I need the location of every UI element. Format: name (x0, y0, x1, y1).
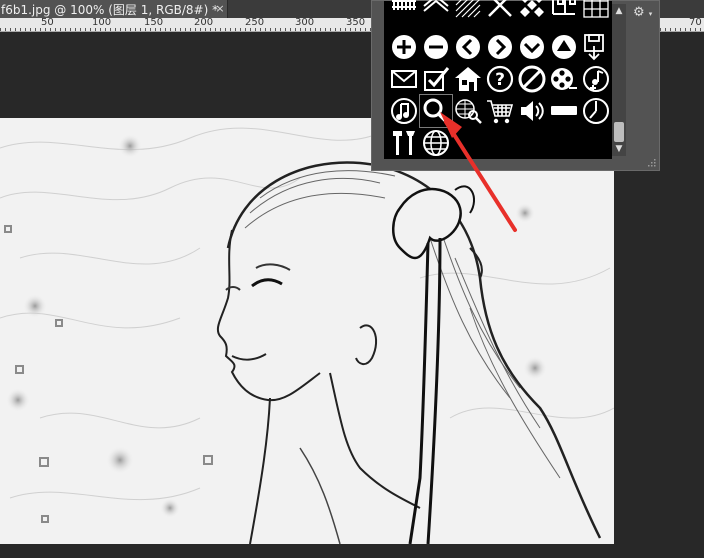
minus-bar-icon (551, 106, 577, 115)
shape-plus-circle[interactable] (388, 31, 420, 63)
shape-web-search[interactable] (452, 95, 484, 127)
shape-globe[interactable] (420, 127, 452, 159)
shape-no-entry-circle[interactable] (516, 63, 548, 95)
shape-diagonal-hatch[interactable] (452, 0, 484, 21)
ruler-label: 300 (295, 17, 315, 28)
scroll-thumb[interactable] (614, 122, 624, 142)
shape-music-note-circle[interactable] (388, 95, 420, 127)
shape-greek-key[interactable] (548, 0, 580, 21)
shape-tools[interactable] (388, 127, 420, 159)
diagonal-hatch-icon (455, 0, 481, 18)
shape-grid: ? (384, 0, 612, 159)
film-reel-icon (551, 68, 577, 90)
shape-shopping-cart[interactable] (484, 95, 516, 127)
envelope-icon (391, 70, 417, 88)
ruler-label: 250 (245, 17, 265, 28)
shape-grid[interactable] (580, 0, 612, 21)
ruler-label: 150 (144, 17, 164, 28)
sketch-image (0, 127, 614, 544)
close-tab-icon[interactable]: × (213, 0, 227, 18)
music-note-circle-icon (391, 98, 417, 124)
save-disk-icon (584, 34, 604, 61)
shape-roof-stripes[interactable] (420, 0, 452, 21)
shape-envelope[interactable] (388, 63, 420, 95)
clock-icon (583, 98, 609, 124)
picker-scrollbar[interactable]: ▲ ▼ (612, 4, 626, 156)
shape-minus-bar[interactable] (548, 95, 580, 127)
shape-minus-circle[interactable] (420, 31, 452, 63)
tools-icon (393, 131, 415, 155)
checkbox-icon (424, 67, 450, 91)
shape-cross-x[interactable] (484, 0, 516, 21)
checker-diamonds-icon (520, 0, 544, 17)
web-search-icon (455, 99, 482, 124)
shape-speaker[interactable] (516, 95, 548, 127)
shape-question-circle[interactable]: ? (484, 63, 516, 95)
svg-text:?: ? (495, 70, 505, 90)
shape-down-arrow-circle[interactable] (516, 31, 548, 63)
shape-left-arrow-circle[interactable] (452, 31, 484, 63)
document-canvas[interactable] (0, 118, 614, 544)
ruler-label: 70 (689, 17, 702, 28)
ruler-label: 50 (41, 17, 54, 28)
shape-checker-diamonds[interactable] (516, 0, 548, 21)
document-tab-title: f6b1.jpg @ 100% (图层 1, RGB/8#) * (1, 3, 219, 17)
scroll-down-icon[interactable]: ▼ (612, 142, 626, 156)
shopping-cart-icon (487, 100, 514, 124)
shape-music-plus[interactable] (580, 63, 612, 95)
left-arrow-circle-icon (456, 35, 480, 59)
shape-fence[interactable] (388, 0, 420, 21)
chevron-down-icon: ▾ (648, 10, 653, 18)
globe-icon (423, 130, 449, 156)
search-magnifier-icon (423, 98, 450, 125)
shape-up-arrow-circle[interactable] (548, 31, 580, 63)
ruler-label: 100 (92, 17, 112, 28)
right-arrow-circle-icon (488, 35, 512, 59)
greek-key-icon (552, 0, 576, 15)
fence-icon (392, 0, 416, 10)
shape-save-disk[interactable] (580, 31, 612, 63)
scroll-up-icon[interactable]: ▲ (612, 4, 626, 18)
shape-home[interactable] (452, 63, 484, 95)
home-icon (455, 67, 481, 91)
shape-checkbox[interactable] (420, 63, 452, 95)
resize-grip-icon[interactable] (646, 157, 656, 167)
ruler-label: 200 (194, 17, 214, 28)
roof-stripes-icon (423, 0, 449, 12)
custom-shape-picker: ? ▲ ▼ ⚙ ▾ (371, 0, 660, 171)
gear-icon: ⚙ (633, 5, 645, 20)
ruler-label: 350 (346, 17, 366, 28)
shape-film-reel[interactable] (548, 63, 580, 95)
speaker-icon (521, 101, 544, 121)
grid-icon (583, 0, 609, 18)
down-arrow-circle-icon (520, 35, 544, 59)
plus-circle-icon (392, 35, 416, 59)
music-plus-icon (583, 66, 609, 92)
up-arrow-circle-icon (552, 35, 576, 59)
question-circle-icon: ? (486, 65, 514, 93)
cross-x-icon (488, 0, 512, 17)
no-entry-circle-icon (518, 65, 546, 93)
shape-search-magnifier[interactable] (419, 94, 453, 128)
minus-circle-icon (424, 35, 448, 59)
shape-clock[interactable] (580, 95, 612, 127)
shape-right-arrow-circle[interactable] (484, 31, 516, 63)
picker-settings-gear-icon[interactable]: ⚙ ▾ (633, 5, 655, 21)
document-tab[interactable]: f6b1.jpg @ 100% (图层 1, RGB/8#) * × (0, 0, 228, 18)
